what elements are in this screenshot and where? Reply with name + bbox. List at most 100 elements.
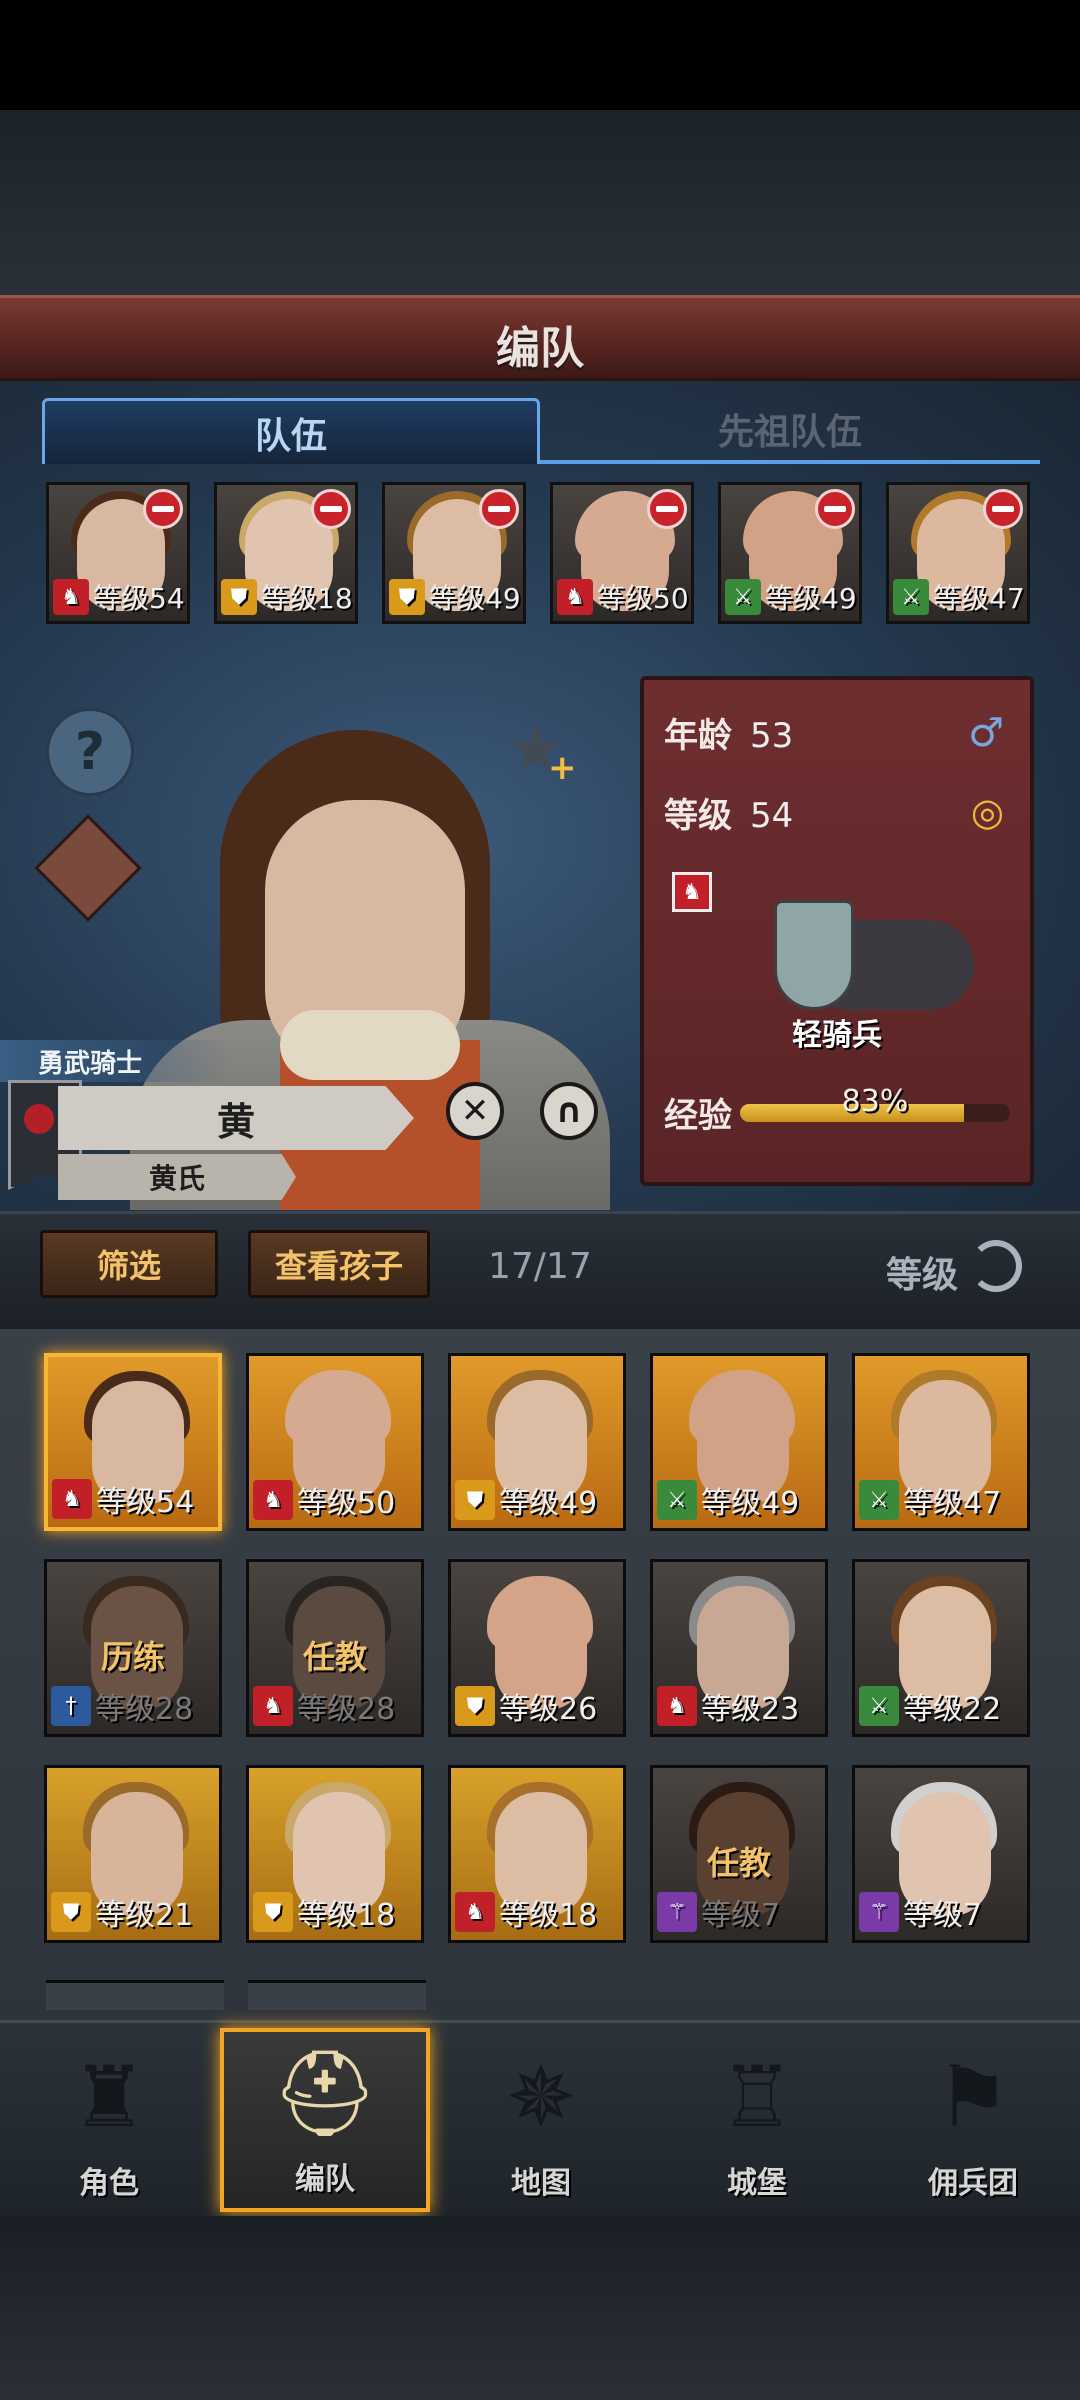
banner-icon: ⚑	[935, 2048, 1011, 2146]
level-badge: ♞ 等级50	[557, 577, 689, 617]
party-slot[interactable]: ⛊ 等级49	[382, 482, 526, 624]
shield-icon: ⛊	[455, 1686, 495, 1726]
roster-card[interactable]: 任教 ⚚ 等级7	[650, 1765, 828, 1943]
exp-label: 经验	[664, 1096, 732, 1136]
nav-item[interactable]: ⛑ 编队	[220, 2028, 430, 2212]
roster-card[interactable]: ♞ 等级54	[44, 1353, 222, 1531]
level-text: 等级22	[903, 1692, 1002, 1727]
view-children-button[interactable]: 查看孩子	[248, 1230, 430, 1298]
header-background	[0, 110, 1080, 295]
level-text: 等级26	[499, 1692, 598, 1727]
status-label: 任教	[302, 1638, 367, 1676]
roster-card[interactable]: ⚔ 等级47	[852, 1353, 1030, 1531]
level-badge: ⛊ 等级26	[455, 1684, 621, 1728]
level-text: 等级49	[499, 1486, 598, 1521]
horse-icon: ♞	[52, 1479, 92, 1519]
level-badge: † 等级28	[51, 1684, 217, 1728]
party-slot[interactable]: ⛊ 等级18	[214, 482, 358, 624]
age-row: 年龄 53	[664, 708, 793, 757]
crossed-swords-icon: ⚔	[893, 579, 929, 615]
horse-icon: ♞	[657, 1686, 697, 1726]
level-badge: ⚚ 等级7	[859, 1890, 1025, 1934]
level-text: 等级47	[933, 582, 1025, 615]
staff-icon: ⚚	[859, 1892, 899, 1932]
level-badge: ⛊ 等级49	[455, 1478, 621, 1522]
roster-card[interactable]: ⛊ 等级21	[44, 1765, 222, 1943]
dismiss-icon[interactable]: ✕	[446, 1082, 504, 1140]
remove-from-party-icon[interactable]	[647, 489, 687, 529]
party-slot[interactable]: ⚔ 等级47	[886, 482, 1030, 624]
crossed-swords-icon: ⚔	[859, 1686, 899, 1726]
roster-card[interactable]: ⚚ 等级7	[852, 1765, 1030, 1943]
shield-icon: ⛊	[455, 1480, 495, 1520]
level-text: 等级49	[429, 582, 521, 615]
level-text: 等级49	[701, 1486, 800, 1521]
level-badge: ♞ 等级54	[52, 1477, 216, 1521]
roster-card[interactable]: ♞ 等级50	[246, 1353, 424, 1531]
level-text: 等级49	[765, 582, 857, 615]
help-icon[interactable]: ?	[46, 708, 134, 796]
party-slot[interactable]: ⚔ 等级49	[718, 482, 862, 624]
roster-card[interactable]: ♞ 等级18	[448, 1765, 626, 1943]
remove-from-party-icon[interactable]	[983, 489, 1023, 529]
shield-icon: ⛊	[389, 579, 425, 615]
shield-icon: ⛊	[221, 579, 257, 615]
nav-item[interactable]: ✵ 地图	[436, 2028, 646, 2212]
staff-icon: ⚚	[657, 1892, 697, 1932]
unequip-icon[interactable]: ∩	[540, 1082, 598, 1140]
remove-from-party-icon[interactable]	[311, 489, 351, 529]
party-slot[interactable]: ♞ 等级54	[46, 482, 190, 624]
status-label: 任教	[706, 1844, 771, 1882]
knight-icon: ♜	[71, 2048, 147, 2146]
level-text: 等级50	[297, 1486, 396, 1521]
level-badge: ⛊ 等级18	[253, 1890, 419, 1934]
remove-from-party-icon[interactable]	[815, 489, 855, 529]
nav-item[interactable]: ♖ 城堡	[652, 2028, 862, 2212]
level-text: 等级23	[701, 1692, 800, 1727]
status-label: 历练	[100, 1638, 165, 1676]
horse-icon: ♞	[455, 1892, 495, 1932]
hero-title: 勇武骑士	[0, 1040, 230, 1082]
nav-item[interactable]: ⚑ 佣兵团	[868, 2028, 1078, 2212]
roster-card[interactable]: ♞ 等级23	[650, 1559, 828, 1737]
remove-from-party-icon[interactable]	[479, 489, 519, 529]
roster-card[interactable]: ⚔ 等级49	[650, 1353, 828, 1531]
house-crest-icon	[24, 1104, 54, 1134]
helmet-icon: ⛑	[271, 2043, 379, 2142]
age-value: 53	[750, 716, 794, 756]
roster-card[interactable]: 任教 ♞ 等级28	[246, 1559, 424, 1737]
level-text: 等级21	[95, 1898, 194, 1933]
nav-label: 角色	[79, 2166, 139, 2201]
level-badge: ⚔ 等级49	[657, 1478, 823, 1522]
level-badge: ⚔ 等级22	[859, 1684, 1025, 1728]
level-text: 等级7	[903, 1898, 983, 1933]
tab-party[interactable]: 队伍	[42, 398, 540, 464]
remove-from-party-icon[interactable]	[143, 489, 183, 529]
roster-card[interactable]: ⛊ 等级49	[448, 1353, 626, 1531]
horse-icon: ♞	[253, 1480, 293, 1520]
age-label: 年龄	[664, 716, 732, 756]
nav-item[interactable]: ♜ 角色	[4, 2028, 214, 2212]
level-text: 等级28	[95, 1692, 194, 1727]
roster-card[interactable]: ⛊ 等级18	[246, 1765, 424, 1943]
roster-card[interactable]: ⛊ 等级26	[448, 1559, 626, 1737]
horse-icon: ♞	[672, 872, 712, 912]
party-slot[interactable]: ♞ 等级50	[550, 482, 694, 624]
level-text: 等级18	[261, 582, 353, 615]
roster-card[interactable]: 历练 † 等级28	[44, 1559, 222, 1737]
horse-icon: ♞	[253, 1686, 293, 1726]
shield-icon: ⛊	[253, 1892, 293, 1932]
page-title: 编队	[496, 323, 584, 374]
tab-ancestor-party[interactable]: 先祖队伍	[540, 398, 1040, 464]
roster-count: 17/17	[488, 1246, 592, 1287]
roster-card[interactable]: ⚔ 等级22	[852, 1559, 1030, 1737]
roster-card-partial	[46, 1980, 224, 2010]
filter-button[interactable]: 筛选	[40, 1230, 218, 1298]
level-badge: ⛊ 等级18	[221, 577, 353, 617]
level-badge: ⛊ 等级21	[51, 1890, 217, 1934]
sort-label[interactable]: 等级	[886, 1246, 958, 1298]
refresh-sort-icon[interactable]	[970, 1240, 1022, 1292]
hero-name[interactable]: 黄	[58, 1086, 414, 1150]
shield-icon: ⛊	[51, 1892, 91, 1932]
status-bar	[0, 0, 1080, 110]
